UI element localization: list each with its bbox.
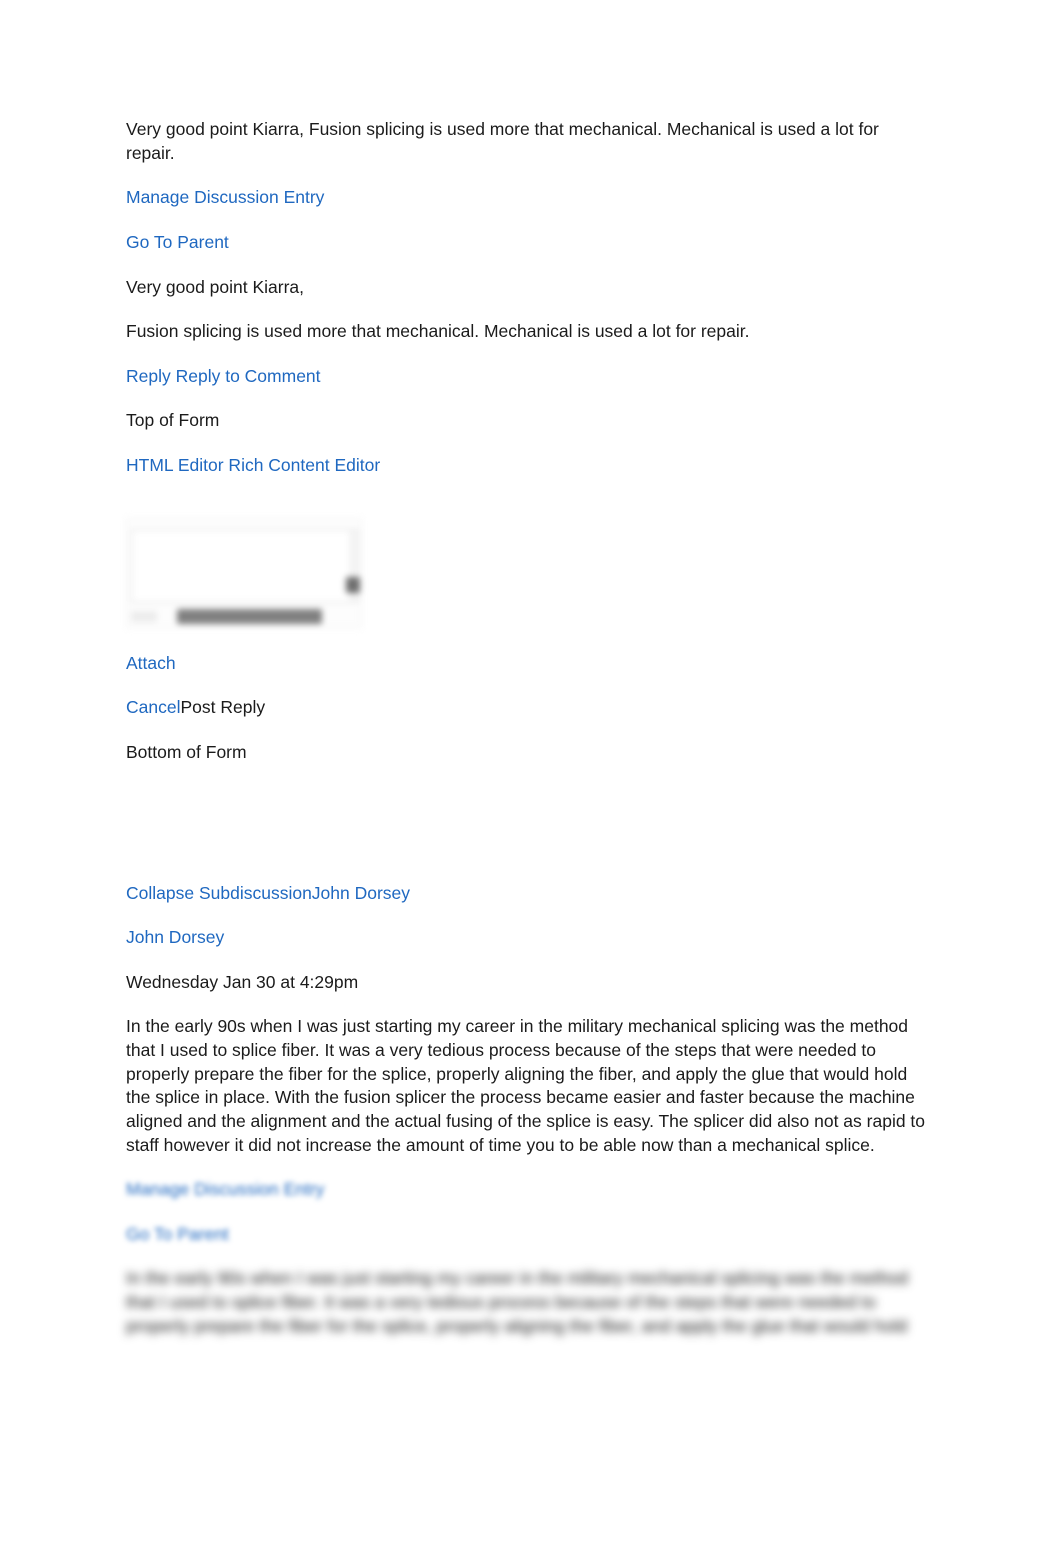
author-name-link[interactable]: John Dorsey bbox=[126, 927, 224, 947]
entry-timestamp: Wednesday Jan 30 at 4:29pm bbox=[126, 971, 359, 992]
editor-shell bbox=[126, 517, 362, 628]
post-reply-button[interactable]: Post Reply bbox=[180, 697, 265, 717]
cancel-link[interactable]: Cancel bbox=[126, 697, 180, 717]
rich-content-editor-widget[interactable] bbox=[126, 514, 366, 634]
attach-row: Attach bbox=[126, 652, 932, 676]
go-to-parent-row-2: Go To Parent bbox=[126, 1223, 932, 1247]
entry-message-text: In the early 90s when I was just startin… bbox=[126, 1016, 926, 1155]
collapse-subdiscussion-link[interactable]: Collapse SubdiscussionJohn Dorsey bbox=[126, 883, 410, 903]
entry-body-line-2: Fusion splicing is used more that mechan… bbox=[126, 320, 932, 344]
entry-message-repeat-row: In the early 90s when I was just startin… bbox=[126, 1267, 932, 1338]
html-editor-rich-content-editor-link[interactable]: HTML Editor Rich Content Editor bbox=[126, 455, 380, 475]
go-to-parent-row: Go To Parent bbox=[126, 231, 932, 255]
attach-link[interactable]: Attach bbox=[126, 653, 176, 673]
entry-body-line-1: Very good point Kiarra, bbox=[126, 276, 932, 300]
manage-discussion-entry-row-2: Manage Discussion Entry bbox=[126, 1178, 932, 1202]
go-to-parent-link-2[interactable]: Go To Parent bbox=[126, 1224, 229, 1244]
bottom-of-form-label: Bottom of Form bbox=[126, 741, 932, 765]
entry-timestamp-row: Wednesday Jan 30 at 4:29pm bbox=[126, 971, 932, 995]
manage-discussion-entry-link-2[interactable]: Manage Discussion Entry bbox=[126, 1179, 324, 1199]
editor-toolbar-bar[interactable] bbox=[177, 608, 322, 624]
collapse-subdiscussion-row: Collapse SubdiscussionJohn Dorsey bbox=[126, 882, 932, 906]
reply-to-comment-row: Reply Reply to Comment bbox=[126, 365, 932, 389]
entry-message-row: In the early 90s when I was just startin… bbox=[126, 1015, 932, 1157]
top-of-form-label: Top of Form bbox=[126, 409, 932, 433]
go-to-parent-link[interactable]: Go To Parent bbox=[126, 232, 229, 252]
editor-resize-handle[interactable] bbox=[346, 576, 360, 593]
reply-to-comment-link[interactable]: Reply Reply to Comment bbox=[126, 366, 321, 386]
author-row: John Dorsey bbox=[126, 926, 932, 950]
form-actions-row: CancelPost Reply bbox=[126, 696, 932, 720]
entry-summary-text: Very good point Kiarra, Fusion splicing … bbox=[126, 119, 879, 163]
editor-status-tag bbox=[131, 610, 157, 622]
editor-toggle-row: HTML Editor Rich Content Editor bbox=[126, 454, 932, 478]
editor-text-field[interactable] bbox=[131, 528, 353, 603]
document-page: Very good point Kiarra, Fusion splicing … bbox=[0, 0, 1062, 1556]
entry-body-text-2: Fusion splicing is used more that mechan… bbox=[126, 321, 750, 342]
entry-body-text-1: Very good point Kiarra, bbox=[126, 276, 305, 297]
top-of-form-text: Top of Form bbox=[126, 410, 220, 431]
manage-discussion-entry-link[interactable]: Manage Discussion Entry bbox=[126, 187, 324, 207]
entry-summary: Very good point Kiarra, Fusion splicing … bbox=[126, 118, 932, 165]
manage-discussion-entry-row: Manage Discussion Entry bbox=[126, 186, 932, 210]
discussion-thread: Very good point Kiarra, Fusion splicing … bbox=[126, 118, 932, 1359]
bottom-of-form-text: Bottom of Form bbox=[126, 741, 247, 762]
entry-message-repeat-text: In the early 90s when I was just startin… bbox=[126, 1268, 909, 1336]
